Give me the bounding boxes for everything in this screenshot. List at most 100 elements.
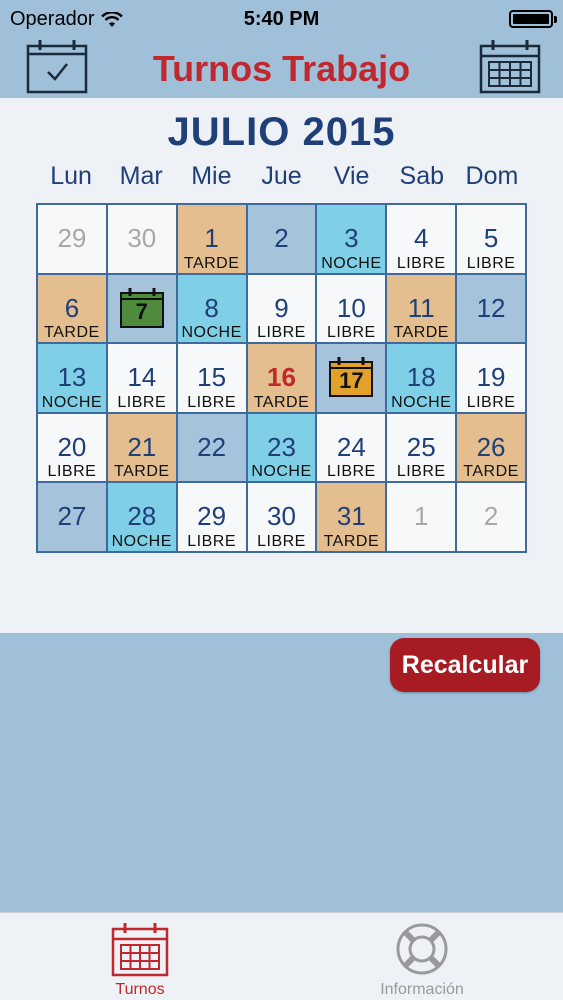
calendar-day-cell[interactable]: 14 LIBRE xyxy=(107,344,176,412)
shift-label: LIBRE xyxy=(466,393,516,411)
calendar-day-cell[interactable]: 24 LIBRE xyxy=(317,413,386,482)
shift-label: TARDE xyxy=(114,463,170,481)
tab-bar: Turnos Información xyxy=(0,912,563,1000)
calendar-day-cell[interactable]: 6 TARDE xyxy=(38,274,106,343)
weekday-label: Lun xyxy=(50,162,92,190)
tab-label: Turnos xyxy=(115,981,165,998)
tab-turnos[interactable]: Turnos xyxy=(70,917,210,1000)
day-number: 30 xyxy=(267,501,296,532)
calendar-day-cell[interactable]: 31 TARDE xyxy=(317,483,386,551)
calendar-day-cell[interactable]: 9 LIBRE xyxy=(247,274,316,343)
day-number: 11 xyxy=(407,292,435,323)
day-number: 3 xyxy=(344,223,359,253)
shift-label: TARDE xyxy=(323,532,380,550)
shift-label: TARDE xyxy=(393,324,449,342)
shift-label: NOCHE xyxy=(321,254,382,272)
day-number: 24 xyxy=(336,431,366,462)
day-number: 2 xyxy=(483,501,499,532)
weekday-label: Mie xyxy=(191,162,232,190)
status-bar: Operador 5:40 PM xyxy=(0,0,563,38)
day-number: 1 xyxy=(204,223,219,253)
recalculate-button[interactable]: Recalcular xyxy=(390,638,540,692)
calendar-day-cell[interactable]: 1 xyxy=(387,483,456,551)
calendar-day-cell[interactable]: 20 LIBRE xyxy=(38,413,106,482)
day-number: 23 xyxy=(267,431,296,462)
calendar-day-cell[interactable]: 30 xyxy=(107,205,176,273)
day-number: 7 xyxy=(135,298,148,324)
calendar-day-cell[interactable]: 23 NOCHE xyxy=(247,413,316,482)
shift-label: NOCHE xyxy=(41,393,103,411)
calendar-day-cell[interactable]: 15 LIBRE xyxy=(177,344,246,412)
calendar-day-cell[interactable]: 29 LIBRE xyxy=(177,483,246,551)
day-number: 20 xyxy=(57,431,87,462)
day-number: 27 xyxy=(57,501,87,532)
nav-bar: Turnos Trabajo xyxy=(0,38,563,98)
calendar-day-cell[interactable]: 21 TARDE xyxy=(107,413,176,482)
calendar-day-cell[interactable]: 4 LIBRE xyxy=(387,205,456,273)
calendar-day-cell[interactable]: 11 TARDE xyxy=(387,274,456,343)
weekday-label: Jue xyxy=(261,162,302,190)
calendar-day-cell[interactable]: 8 NOCHE xyxy=(177,274,246,343)
shift-label: NOCHE xyxy=(251,463,312,481)
shift-label: LIBRE xyxy=(187,393,236,411)
shift-label: LIBRE xyxy=(326,463,376,481)
shift-label: LIBRE xyxy=(396,254,446,272)
tab-label: Información xyxy=(380,981,464,998)
day-number: 21 xyxy=(127,431,157,462)
calendar-day-cell[interactable]: 18 NOCHE xyxy=(387,344,456,412)
calendar-day-cell[interactable]: 7 xyxy=(107,274,176,343)
month-view-button[interactable] xyxy=(479,38,541,94)
lifebuoy-icon xyxy=(396,923,448,975)
day-number: 29 xyxy=(197,501,227,532)
shift-label: TARDE xyxy=(463,463,519,481)
day-number: 17 xyxy=(339,368,364,394)
day-number: 1 xyxy=(413,501,429,532)
calendar-day-cell[interactable]: 2 xyxy=(457,483,525,551)
day-number: 2 xyxy=(274,223,289,253)
calendar-day-cell[interactable]: 25 LIBRE xyxy=(387,413,456,482)
calendar-day-cell[interactable]: 3 NOCHE xyxy=(317,205,386,273)
calendar-day-cell[interactable]: 2 xyxy=(247,205,316,273)
day-number: 14 xyxy=(127,362,157,393)
day-number: 19 xyxy=(476,362,506,393)
clock: 5:40 PM xyxy=(243,8,320,30)
month-title: JULIO 2015 xyxy=(167,110,396,154)
calendar-day-cell[interactable]: 27 xyxy=(38,483,106,551)
calendar-day-cell[interactable]: 17 xyxy=(317,344,386,412)
day-number: 12 xyxy=(476,292,506,323)
calendar-day-cell[interactable]: 5 LIBRE xyxy=(457,205,525,273)
shift-label: LIBRE xyxy=(47,463,97,481)
calendar-badge-icon: 17 xyxy=(328,356,374,398)
shift-label: NOCHE xyxy=(391,393,452,411)
calendar-day-cell[interactable]: 10 LIBRE xyxy=(317,274,386,343)
shift-label: TARDE xyxy=(183,254,240,272)
calendar-day-cell[interactable]: 28 NOCHE xyxy=(107,483,176,551)
battery-icon xyxy=(509,10,557,28)
day-number: 16 xyxy=(267,362,296,393)
weekday-label: Vie xyxy=(333,162,370,190)
calendar-day-cell[interactable]: 12 xyxy=(457,274,525,343)
day-number: 5 xyxy=(483,223,499,253)
calendar-grid-icon xyxy=(111,923,169,977)
calendar-day-cell[interactable]: 29 xyxy=(38,205,106,273)
tab-informacion[interactable]: Información xyxy=(352,917,492,1000)
calendar-day-cell[interactable]: 1 TARDE xyxy=(177,205,246,273)
weekday-label: Dom xyxy=(465,162,519,190)
shift-label: NOCHE xyxy=(181,324,242,342)
shift-label: NOCHE xyxy=(111,532,172,550)
calendar-day-cell[interactable]: 22 xyxy=(177,413,246,482)
day-number: 29 xyxy=(57,223,87,253)
weekday-label: Sab xyxy=(399,162,445,190)
calendar-day-cell[interactable]: 19 LIBRE xyxy=(457,344,525,412)
calendar-day-cell[interactable]: 13 NOCHE xyxy=(38,344,106,412)
shift-label: LIBRE xyxy=(257,532,306,550)
calendar-day-cell[interactable]: 26 TARDE xyxy=(457,413,525,482)
day-number: 8 xyxy=(204,292,219,323)
calendar-day-cell[interactable]: 16 TARDE xyxy=(247,344,316,412)
day-number: 15 xyxy=(197,362,227,393)
shift-label: TARDE xyxy=(44,324,100,342)
weekday-header: Lun Mar Mie Jue Vie Sab Dom xyxy=(36,162,527,191)
calendar-day-cell[interactable]: 30 LIBRE xyxy=(247,483,316,551)
day-number: 4 xyxy=(413,223,429,253)
calendar-grid: 29 30 1 TARDE 2 3 NOCHE 4 LIBRE 5 LIBRE 6 TARDE 7 8 NOC… xyxy=(36,203,527,553)
